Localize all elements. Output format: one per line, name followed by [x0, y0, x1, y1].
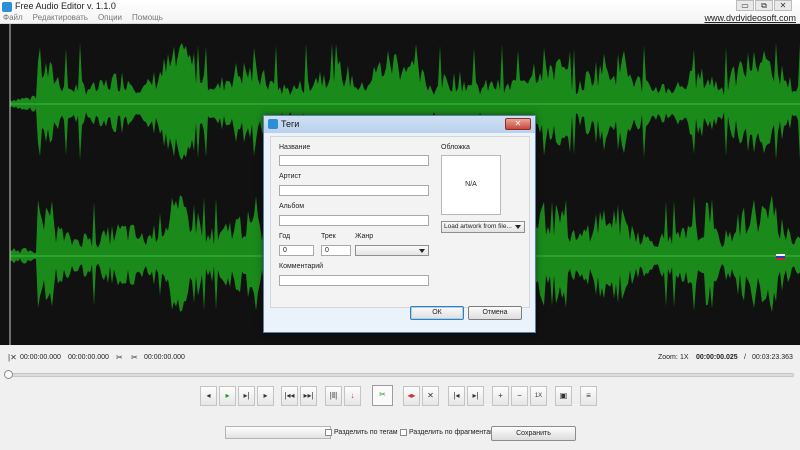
current-position: 00:00:00.025 — [696, 354, 738, 361]
dialog-title-bar: Теги ✕ — [264, 116, 535, 133]
name-field[interactable] — [279, 155, 429, 166]
app-icon — [2, 2, 12, 12]
download-button[interactable]: ↓ — [344, 386, 361, 406]
zoom-in-button[interactable]: + — [492, 386, 509, 406]
genre-select[interactable] — [355, 245, 429, 256]
close-window-button[interactable]: ✕ — [774, 0, 792, 11]
cover-label: Обложка — [441, 144, 470, 151]
app-title: Free Audio Editor v. 1.1.0 — [15, 1, 116, 11]
position-slider-thumb[interactable] — [4, 370, 13, 379]
split-by-fragments-label: Разделить по фрагментам — [409, 429, 495, 436]
year-label: Год — [279, 233, 291, 240]
zoom-1x-button[interactable]: 1X — [530, 386, 547, 406]
zoom-value: 1X — [680, 354, 689, 361]
go-start-button[interactable]: |◂◂ — [281, 386, 298, 406]
year-field[interactable]: 0 — [279, 245, 314, 256]
selection-start-time: 00:00:00.000 — [20, 354, 61, 361]
image-button[interactable]: ▣ — [555, 386, 572, 406]
split-progress-bar — [225, 426, 331, 439]
go-end-button[interactable]: ▸▸| — [300, 386, 317, 406]
forward-button[interactable]: ▸ — [257, 386, 274, 406]
artist-field[interactable] — [279, 185, 429, 196]
time-info-row: |✕ 00:00:00.000 00:00:00.000 ✂ ✂ 00:00:0… — [0, 352, 800, 364]
menu-bar: Файл Редактировать Опции Помощь — [3, 12, 163, 24]
artist-label: Артист — [279, 173, 302, 180]
menu-help[interactable]: Помощь — [132, 12, 163, 24]
website-link[interactable]: www.dvdvideosoft.com — [704, 12, 796, 24]
split-marker-button[interactable]: |‖| — [325, 386, 342, 406]
zoom-label: Zoom: — [658, 354, 678, 361]
selection-end-time: 00:00:00.000 — [68, 354, 109, 361]
insert-button[interactable]: ◂▸ — [403, 386, 420, 406]
split-by-tags-label: Разделить по тегам — [334, 429, 398, 436]
tags-dialog: Теги ✕ Название Артист Альбом Год 0 Трек… — [263, 115, 536, 333]
cancel-button[interactable]: Отмена — [468, 306, 522, 320]
menu-options[interactable]: Опции — [98, 12, 122, 24]
menu-file[interactable]: Файл — [3, 12, 23, 24]
play-to-end-button[interactable]: ▸| — [238, 386, 255, 406]
album-field[interactable] — [279, 215, 429, 226]
load-artwork-label: Load artwork from file... — [444, 223, 512, 230]
save-button[interactable]: Сохранить — [491, 426, 576, 441]
cursor-time: 00:00:00.000 — [144, 354, 185, 361]
chevron-down-icon — [419, 249, 425, 253]
menu-edit[interactable]: Редактировать — [33, 12, 88, 24]
load-artwork-button[interactable]: Load artwork from file... — [441, 221, 525, 233]
total-duration: 00:03:23.363 — [752, 354, 793, 361]
sel-start-button[interactable]: |◂ — [448, 386, 465, 406]
position-track[interactable] — [6, 373, 794, 377]
cut-marker-icon: ✂ — [116, 353, 123, 362]
rewind-button[interactable]: ◂ — [200, 386, 217, 406]
dialog-title: Теги — [281, 119, 300, 129]
selection-start-icon: |✕ — [8, 353, 17, 362]
sel-end-button[interactable]: ▸| — [467, 386, 484, 406]
time-separator: / — [744, 354, 746, 361]
dialog-app-icon — [268, 119, 278, 129]
settings-button[interactable]: ≡ — [580, 386, 597, 406]
delete-button[interactable]: ✕ — [422, 386, 439, 406]
minimize-button[interactable]: ▭ — [736, 0, 754, 11]
dialog-close-button[interactable]: ✕ — [505, 118, 531, 130]
track-label: Трек — [321, 233, 336, 240]
genre-label: Жанр — [355, 233, 374, 240]
cover-artwork: N/A — [441, 155, 501, 215]
split-by-fragments-checkbox[interactable] — [400, 429, 407, 436]
play-button[interactable]: ▸ — [219, 386, 236, 406]
track-field[interactable]: 0 — [321, 245, 351, 256]
comment-field[interactable] — [279, 275, 429, 286]
cut-button[interactable]: ✂ — [372, 385, 393, 406]
ok-button[interactable]: ОК — [410, 306, 464, 320]
language-flag-icon[interactable] — [776, 254, 785, 260]
comment-label: Комментарий — [279, 263, 324, 270]
name-label: Название — [279, 144, 311, 151]
zoom-out-button[interactable]: − — [511, 386, 528, 406]
album-label: Альбом — [279, 203, 305, 210]
cursor-marker-icon: ✂ — [131, 353, 138, 362]
title-bar: Free Audio Editor v. 1.1.0 Файл Редактир… — [0, 0, 800, 24]
maximize-button[interactable]: ⧉ — [755, 0, 773, 11]
dialog-body: Название Артист Альбом Год 0 Трек 0 Жанр… — [270, 136, 530, 308]
chevron-down-icon — [515, 225, 521, 229]
split-by-tags-checkbox[interactable] — [325, 429, 332, 436]
